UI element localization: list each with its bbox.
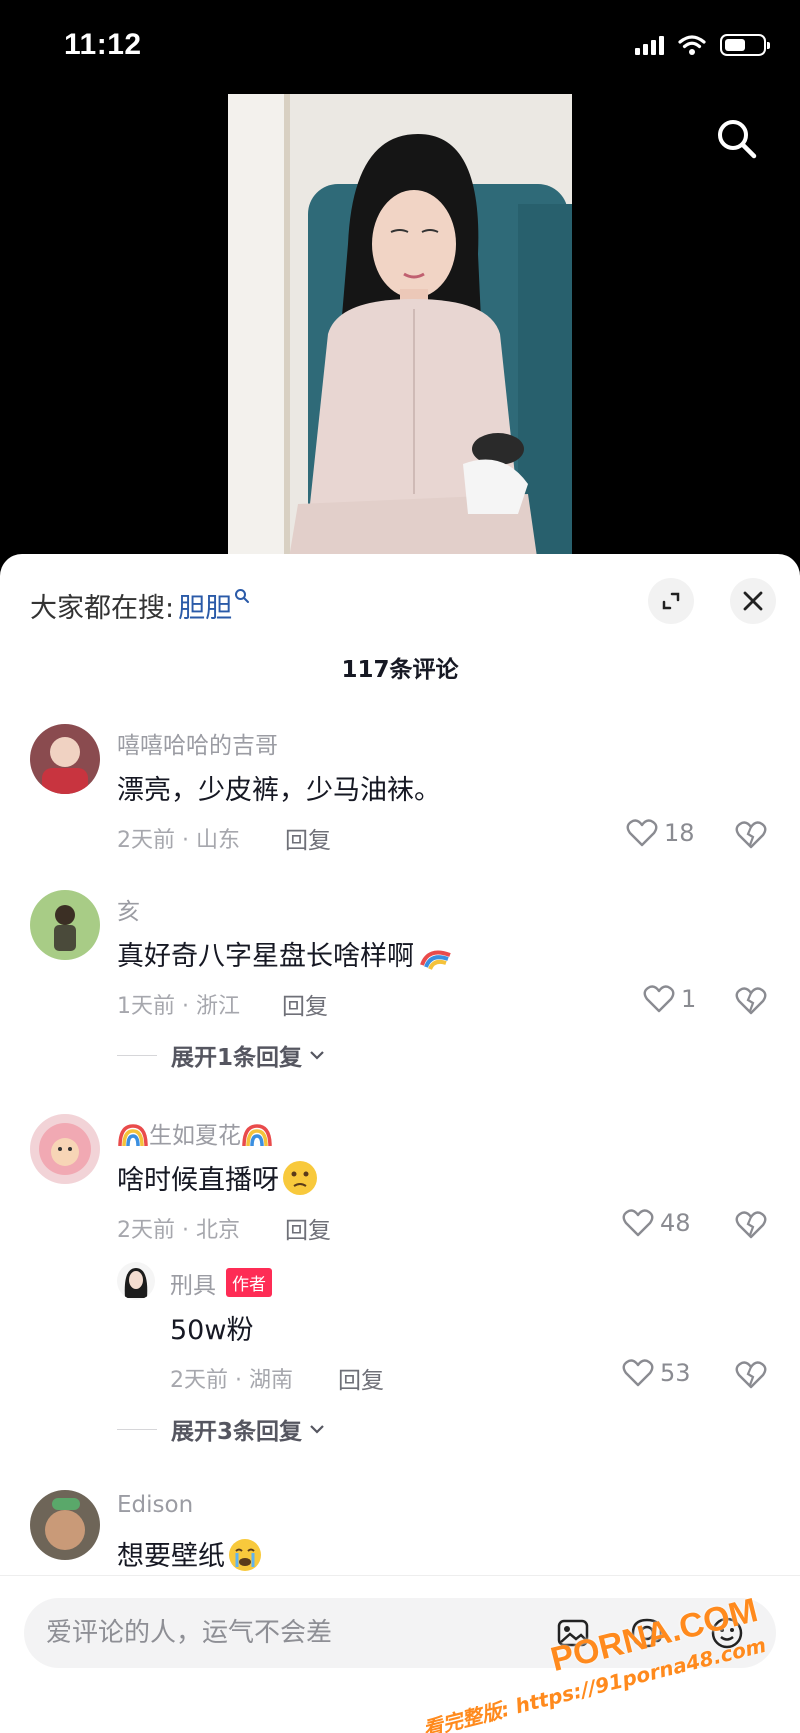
like-button[interactable]: 1 bbox=[643, 984, 696, 1014]
search-icon bbox=[718, 120, 757, 159]
comment-sheet: 大家都在搜: 胆胆 117条评论 嘻嘻哈哈的吉哥 漂亮，少皮裤，少马油袜。 2天… bbox=[0, 554, 800, 1733]
rainbow-emoji-icon bbox=[420, 950, 451, 970]
sheet-header: 大家都在搜: 胆胆 117条评论 bbox=[0, 554, 800, 704]
broken-heart-icon bbox=[735, 1211, 767, 1239]
broken-heart-icon bbox=[735, 1361, 767, 1389]
status-icons bbox=[635, 34, 770, 56]
avatar[interactable] bbox=[30, 1114, 100, 1184]
reply-meta: 2天前 · 湖南 bbox=[170, 1368, 293, 1393]
reply-button[interactable]: 回复 bbox=[338, 1361, 384, 1395]
reply-username[interactable]: 刑具 作者 bbox=[170, 1266, 272, 1300]
broken-heart-icon bbox=[735, 821, 767, 849]
heart-icon bbox=[622, 1359, 654, 1387]
broken-heart-icon bbox=[735, 987, 767, 1015]
like-count: 1 bbox=[681, 985, 697, 1013]
close-icon bbox=[743, 591, 763, 611]
dislike-button[interactable] bbox=[735, 1360, 767, 1394]
signal-icon bbox=[635, 35, 664, 55]
avatar[interactable] bbox=[30, 724, 100, 794]
expand-replies-label: 展开3条回复 bbox=[171, 1419, 303, 1445]
trending-search[interactable]: 大家都在搜: 胆胆 bbox=[30, 586, 250, 625]
status-time: 11:12 bbox=[64, 28, 142, 61]
dislike-button[interactable] bbox=[735, 1210, 767, 1244]
heart-icon bbox=[626, 819, 658, 847]
reply-button[interactable]: 回复 bbox=[285, 821, 331, 855]
author-badge: 作者 bbox=[226, 1268, 272, 1297]
comment-text: 啥时候直播呀 bbox=[117, 1158, 319, 1197]
expand-button[interactable] bbox=[648, 578, 694, 624]
video-image bbox=[228, 94, 572, 564]
like-count: 48 bbox=[660, 1209, 691, 1237]
dislike-button[interactable] bbox=[735, 986, 767, 1020]
comment-username[interactable]: 亥 bbox=[117, 892, 140, 926]
status-bar: 11:12 bbox=[0, 0, 800, 90]
comment-username[interactable]: 生如夏花 bbox=[117, 1116, 273, 1150]
like-count: 18 bbox=[664, 819, 695, 847]
comment-meta: 1天前 · 浙江 bbox=[117, 994, 240, 1019]
video-thumbnail[interactable] bbox=[228, 94, 572, 564]
comment-text: 真好奇八字星盘长啥样啊 bbox=[117, 934, 456, 973]
chevron-down-icon bbox=[310, 1051, 324, 1060]
rainbow-icon bbox=[118, 1124, 148, 1147]
like-button[interactable]: 18 bbox=[626, 818, 695, 848]
rainbow-icon bbox=[242, 1124, 272, 1147]
expand-replies-label: 展开1条回复 bbox=[171, 1045, 303, 1071]
trending-keyword[interactable]: 胆胆 bbox=[178, 586, 232, 625]
video-area[interactable] bbox=[0, 90, 800, 564]
reply-button[interactable]: 回复 bbox=[285, 1211, 331, 1245]
comment-meta: 2天前 · 北京 bbox=[117, 1218, 240, 1243]
comment-item: 生如夏花 啥时候直播呀 2天前 · 北京 回复 48 刑具 作者 50w粉 2天前… bbox=[0, 1114, 800, 1445]
thinking-emoji-icon bbox=[283, 1161, 317, 1195]
like-button[interactable]: 48 bbox=[622, 1208, 691, 1238]
comment-item: 嘻嘻哈哈的吉哥 漂亮，少皮裤，少马油袜。 2天前 · 山东 回复 18 bbox=[0, 724, 800, 864]
chevron-down-icon bbox=[310, 1425, 324, 1434]
heart-icon bbox=[643, 985, 675, 1013]
trending-search-icon bbox=[235, 588, 250, 603]
trending-label: 大家都在搜: bbox=[30, 593, 175, 624]
search-button[interactable] bbox=[712, 114, 762, 164]
reply-button[interactable]: 回复 bbox=[282, 987, 328, 1021]
comment-text: 漂亮，少皮裤，少马油袜。 bbox=[117, 775, 441, 806]
wifi-icon bbox=[678, 35, 706, 55]
like-count: 53 bbox=[660, 1359, 691, 1387]
comment-username[interactable]: 嘻嘻哈哈的吉哥 bbox=[117, 726, 278, 760]
reply-text: 50w粉 bbox=[170, 1315, 254, 1346]
battery-icon bbox=[720, 34, 770, 56]
like-button[interactable]: 53 bbox=[622, 1358, 691, 1388]
reply-avatar[interactable] bbox=[117, 1262, 155, 1300]
comment-text: 想要壁纸 bbox=[117, 1534, 263, 1573]
expand-icon bbox=[662, 592, 680, 610]
comment-count: 117条评论 bbox=[341, 657, 459, 683]
comment-item: 亥 真好奇八字星盘长啥样啊 1天前 · 浙江 回复 1 展开1条回复 bbox=[0, 890, 800, 1071]
crying-emoji-icon bbox=[229, 1539, 261, 1571]
avatar[interactable] bbox=[30, 890, 100, 960]
expand-replies-button[interactable]: 展开3条回复 bbox=[117, 1412, 326, 1446]
heart-icon bbox=[622, 1209, 654, 1237]
close-button[interactable] bbox=[730, 578, 776, 624]
expand-replies-button[interactable]: 展开1条回复 bbox=[117, 1038, 326, 1072]
dislike-button[interactable] bbox=[735, 820, 767, 854]
comment-username[interactable]: Edison bbox=[117, 1492, 193, 1518]
avatar[interactable] bbox=[30, 1490, 100, 1560]
comment-meta: 2天前 · 山东 bbox=[117, 828, 240, 853]
comment-input[interactable] bbox=[46, 1598, 546, 1668]
